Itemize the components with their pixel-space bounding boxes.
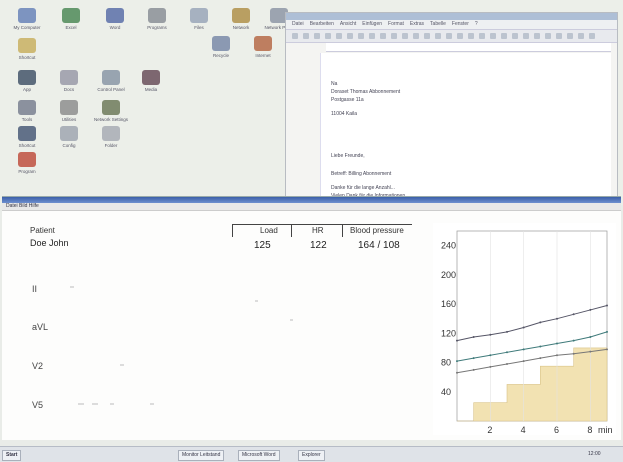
data-point — [556, 317, 558, 320]
y-tick-label: 80 — [441, 358, 451, 368]
y-tick-label: 240 — [441, 241, 456, 251]
data-point — [506, 351, 508, 354]
x-tick-label: 4 — [521, 425, 526, 435]
data-point — [472, 368, 475, 371]
start-button[interactable]: Start — [2, 450, 22, 461]
data-point — [556, 354, 558, 357]
taskbar-button[interactable]: Monitor Leitstand — [178, 450, 225, 461]
y-tick-label: 200 — [441, 270, 456, 280]
x-axis-label: min — [598, 425, 613, 435]
y-tick-label: 160 — [441, 299, 456, 309]
y-ticks: 40 80 120 160 200 240 — [441, 241, 456, 397]
data-point — [506, 330, 508, 333]
data-point — [472, 357, 475, 360]
data-point — [606, 304, 608, 307]
data-point — [606, 348, 608, 351]
data-point — [472, 335, 475, 338]
data-point — [606, 330, 608, 333]
taskbar-button[interactable]: Microsoft Word — [238, 450, 280, 461]
x-tick-label: 8 — [587, 425, 592, 435]
data-point — [556, 342, 558, 345]
data-point — [456, 371, 458, 374]
y-tick-label: 40 — [441, 387, 451, 397]
data-point — [506, 363, 508, 365]
x-ticks: 2 4 6 8 — [487, 425, 592, 435]
x-tick-label: 6 — [554, 425, 559, 435]
clock: 12:00 — [588, 451, 601, 457]
data-point — [522, 348, 525, 351]
data-point — [539, 321, 542, 324]
taskbar-button[interactable]: Explorer — [298, 450, 325, 461]
data-point — [589, 335, 592, 338]
data-point — [572, 313, 575, 316]
data-point — [589, 308, 592, 311]
data-point — [489, 333, 492, 336]
data-point — [522, 326, 525, 329]
data-point — [572, 352, 575, 355]
trend-chart: 40 80 120 160 200 240 2 4 6 8 min — [433, 223, 616, 435]
data-point — [456, 360, 458, 363]
data-point — [489, 354, 492, 357]
x-tick-label: 2 — [487, 425, 492, 435]
taskbar: Start Monitor Leitstand Microsoft Word E… — [0, 446, 623, 462]
y-tick-label: 120 — [441, 328, 456, 338]
data-point — [572, 339, 575, 342]
data-point — [522, 360, 525, 363]
data-point — [539, 357, 542, 360]
data-point — [456, 339, 458, 342]
data-point — [489, 365, 492, 368]
data-point — [589, 350, 592, 353]
data-point — [539, 345, 542, 348]
